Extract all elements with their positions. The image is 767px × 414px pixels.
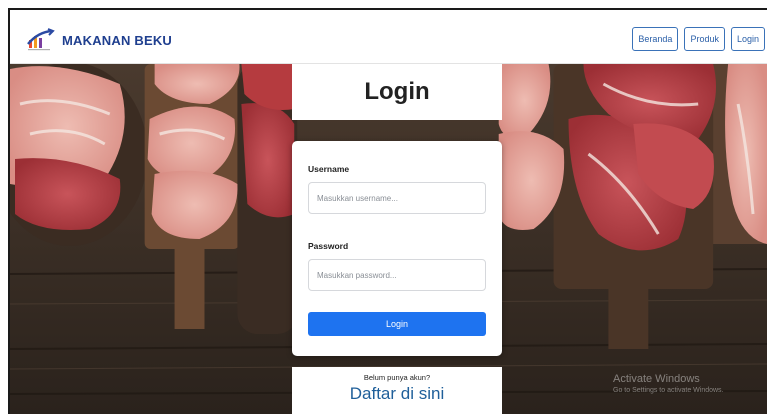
username-input[interactable] [308,182,486,214]
register-link[interactable]: Daftar di sini [292,384,502,404]
username-label: Username [308,164,350,174]
brand[interactable]: MAKANAN BEKU [26,28,172,52]
nav-produk-button[interactable]: Produk [684,27,725,51]
browser-viewport: MAKANAN BEKU Beranda Produk Login Login … [8,8,767,414]
windows-activation-watermark: Activate Windows Go to Settings to activ… [613,373,724,394]
register-question: Belum punya akun? [363,373,431,382]
brand-name: MAKANAN BEKU [62,32,173,48]
login-form-card: Username Password Login [292,141,502,356]
nav-login-button[interactable]: Login [730,27,765,51]
password-input[interactable] [308,259,486,291]
chart-logo-icon [26,28,56,52]
nav-links: Beranda Produk Login [632,27,765,51]
page-title: Login [364,78,430,105]
login-header: Login [292,64,502,120]
watermark-subtitle: Go to Settings to activate Windows. [613,387,724,394]
watermark-title: Activate Windows [613,373,700,385]
register-box: Belum punya akun? Daftar di sini [292,367,502,414]
login-submit-button[interactable]: Login [308,312,486,336]
navbar: MAKANAN BEKU Beranda Produk Login [10,10,767,64]
password-label: Password [308,241,349,251]
nav-beranda-button[interactable]: Beranda [632,27,679,51]
